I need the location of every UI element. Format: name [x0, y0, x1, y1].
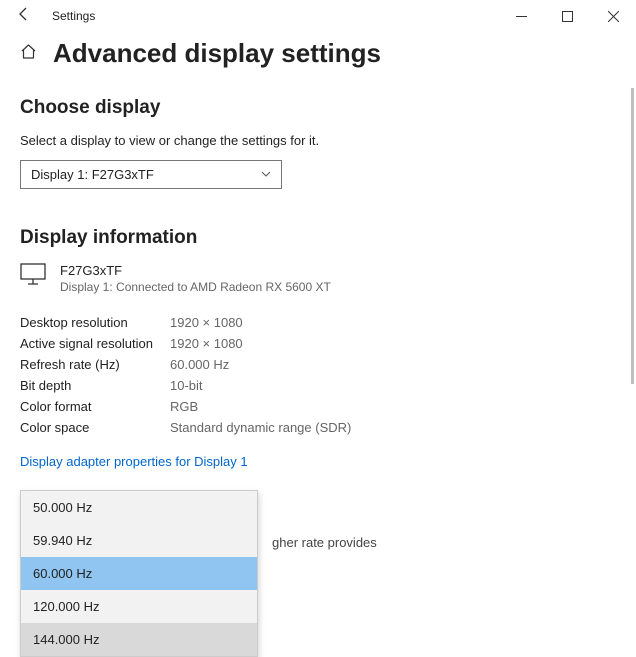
- titlebar: Settings: [0, 0, 636, 32]
- app-title: Settings: [52, 9, 95, 23]
- info-value: 1920 × 1080: [170, 336, 243, 351]
- choose-display-section: Choose display Select a display to view …: [20, 97, 616, 189]
- display-info-heading: Display information: [20, 227, 616, 249]
- info-label: Desktop resolution: [20, 315, 170, 330]
- info-value: 60.000 Hz: [170, 357, 229, 372]
- info-label: Refresh rate (Hz): [20, 357, 170, 372]
- dropdown-item[interactable]: 50.000 Hz: [21, 491, 257, 524]
- info-value: 10-bit: [170, 378, 203, 393]
- display-selector[interactable]: Display 1: F27G3xTF: [20, 160, 282, 189]
- info-row: Color format RGB: [20, 396, 616, 417]
- info-row: Active signal resolution 1920 × 1080: [20, 333, 616, 354]
- arrow-left-icon: [16, 6, 32, 22]
- info-label: Active signal resolution: [20, 336, 170, 351]
- minimize-icon: [516, 11, 527, 22]
- choose-display-help: Select a display to view or change the s…: [20, 133, 616, 148]
- info-row: Desktop resolution 1920 × 1080: [20, 312, 616, 333]
- dropdown-item[interactable]: 59.940 Hz: [21, 524, 257, 557]
- monitor-connection: Display 1: Connected to AMD Radeon RX 56…: [60, 280, 331, 294]
- page-title: Advanced display settings: [53, 38, 381, 69]
- info-row: Refresh rate (Hz) 60.000 Hz: [20, 354, 616, 375]
- info-value: RGB: [170, 399, 198, 414]
- refresh-rate-dropdown[interactable]: 50.000 Hz 59.940 Hz 60.000 Hz 120.000 Hz…: [20, 490, 258, 657]
- display-info-section: Display information F27G3xTF Display 1: …: [20, 227, 616, 469]
- content-area: Advanced display settings Choose display…: [0, 32, 636, 550]
- maximize-icon: [562, 11, 573, 22]
- monitor-name: F27G3xTF: [60, 263, 331, 278]
- display-info-grid: Desktop resolution 1920 × 1080 Active si…: [20, 312, 616, 438]
- info-label: Color format: [20, 399, 170, 414]
- scrollbar[interactable]: [631, 88, 634, 384]
- chevron-down-icon: [261, 169, 271, 180]
- dropdown-item[interactable]: 144.000 Hz: [21, 623, 257, 656]
- info-value: 1920 × 1080: [170, 315, 243, 330]
- back-button[interactable]: [4, 6, 44, 26]
- dropdown-item[interactable]: 120.000 Hz: [21, 590, 257, 623]
- info-value: Standard dynamic range (SDR): [170, 420, 351, 435]
- info-label: Bit depth: [20, 378, 170, 393]
- info-row: Bit depth 10-bit: [20, 375, 616, 396]
- monitor-icon: [20, 263, 46, 285]
- dropdown-item[interactable]: 60.000 Hz: [21, 557, 257, 590]
- close-icon: [608, 11, 619, 22]
- home-icon[interactable]: [20, 43, 37, 65]
- info-label: Color space: [20, 420, 170, 435]
- display-selector-value: Display 1: F27G3xTF: [31, 167, 154, 182]
- info-row: Color space Standard dynamic range (SDR): [20, 417, 616, 438]
- monitor-summary: F27G3xTF Display 1: Connected to AMD Rad…: [20, 263, 616, 294]
- close-button[interactable]: [590, 0, 636, 32]
- page-header: Advanced display settings: [20, 38, 616, 69]
- choose-display-heading: Choose display: [20, 97, 616, 119]
- adapter-properties-link[interactable]: Display adapter properties for Display 1: [20, 454, 248, 469]
- window-controls: [498, 0, 636, 32]
- minimize-button[interactable]: [498, 0, 544, 32]
- maximize-button[interactable]: [544, 0, 590, 32]
